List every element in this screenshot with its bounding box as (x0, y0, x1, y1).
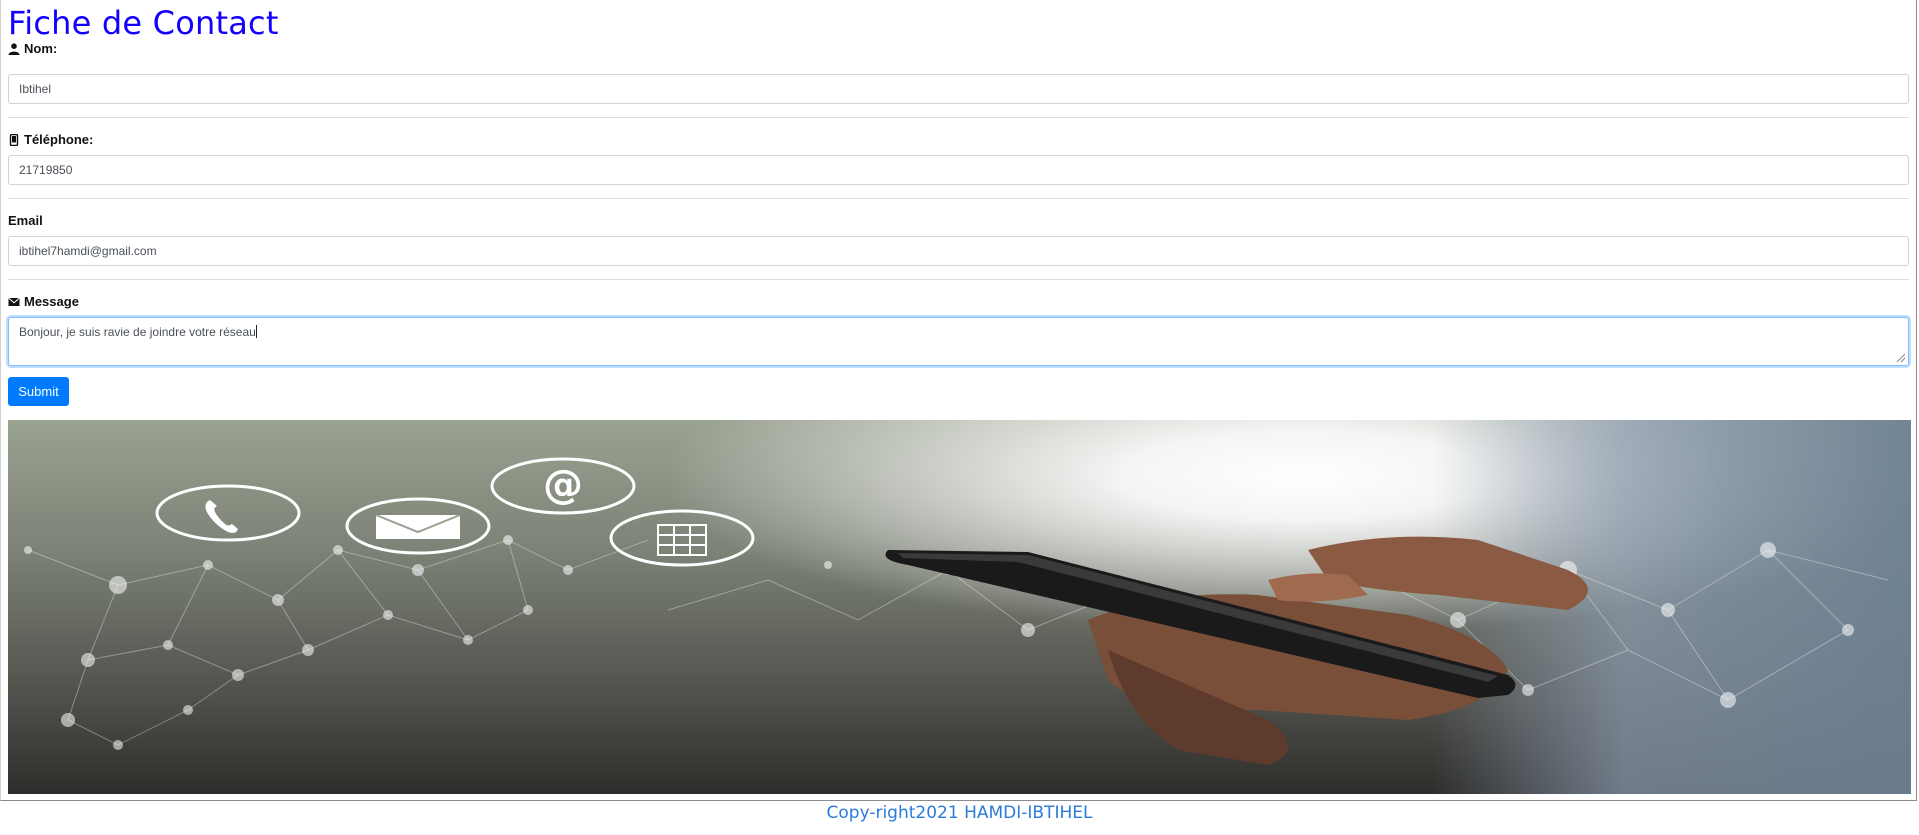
email-field[interactable]: ibtihel7hamdi@gmail.com (8, 236, 1909, 266)
phone-icon (205, 500, 238, 533)
divider (8, 198, 1909, 199)
nom-label-text: Nom: (24, 41, 58, 56)
email-label: Email (8, 213, 43, 228)
page-title: Fiche de Contact (8, 4, 279, 42)
nom-field[interactable]: Ibtihel (8, 74, 1909, 104)
user-icon (8, 42, 20, 55)
message-text: Bonjour, je suis ravie de joindre votre … (19, 325, 256, 339)
contact-hero-image: @ (8, 420, 1911, 794)
calendar-icon (657, 524, 707, 556)
at-icon: @ (543, 462, 583, 508)
telephone-field[interactable]: 21719850 (8, 155, 1909, 185)
telephone-label-text: Téléphone: (24, 132, 94, 147)
nom-label: Nom: (8, 41, 57, 56)
text-caret (255, 325, 257, 338)
email-label-text: Email (8, 213, 43, 228)
hand-with-smartphone (885, 536, 1588, 765)
divider (8, 117, 1909, 118)
phone-icon (9, 133, 19, 146)
message-textarea[interactable]: Bonjour, je suis ravie de joindre votre … (8, 317, 1909, 366)
submit-button[interactable]: Submit (8, 377, 69, 406)
telephone-label: Téléphone: (8, 132, 93, 147)
message-label-text: Message (24, 294, 79, 309)
divider (8, 279, 1909, 280)
contact-icons (155, 457, 755, 567)
envelope-icon (375, 514, 461, 539)
message-label: Message (8, 294, 79, 309)
resize-handle[interactable] (1897, 354, 1905, 362)
hero-illustration: @ (24, 457, 1889, 765)
copyright-footer: Copy-right2021 HAMDI-IBTIHEL (826, 803, 1093, 823)
envelope-icon (8, 297, 20, 306)
